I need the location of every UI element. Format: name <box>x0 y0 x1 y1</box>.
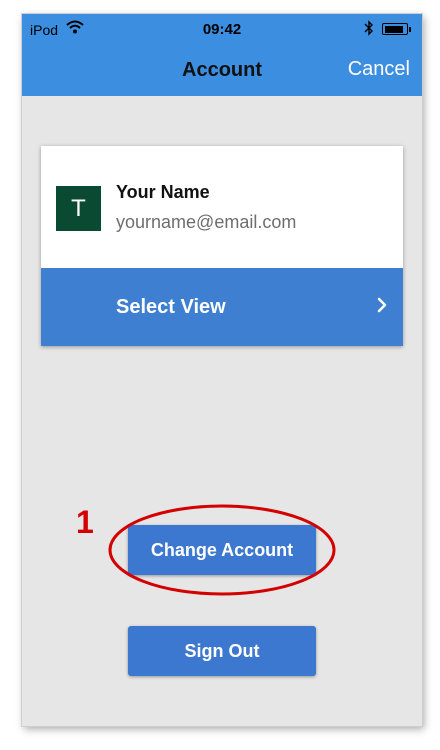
account-card: T Your Name yourname@email.com Select Vi… <box>41 146 403 346</box>
account-email: yourname@email.com <box>116 212 297 232</box>
battery-level <box>384 25 404 33</box>
navigation-header: iPod 09:42 Account Cancel <box>22 14 422 96</box>
bluetooth-icon <box>364 20 374 41</box>
battery-icon <box>382 23 411 35</box>
status-bar: iPod 09:42 <box>22 14 422 44</box>
callout-number: 1 <box>76 504 94 540</box>
cancel-button[interactable]: Cancel <box>348 58 410 81</box>
select-view-button[interactable]: Select View <box>41 268 403 346</box>
avatar: T <box>56 186 101 231</box>
status-time: 09:42 <box>202 21 242 38</box>
chevron-right-icon <box>377 297 387 318</box>
account-name: Your Name <box>116 182 210 202</box>
callout-ellipse <box>106 502 338 607</box>
phone-screen: iPod 09:42 Account Cancel T Your Name yo… <box>22 14 422 726</box>
sign-out-button[interactable]: Sign Out <box>128 626 316 676</box>
select-view-label: Select View <box>116 296 226 318</box>
